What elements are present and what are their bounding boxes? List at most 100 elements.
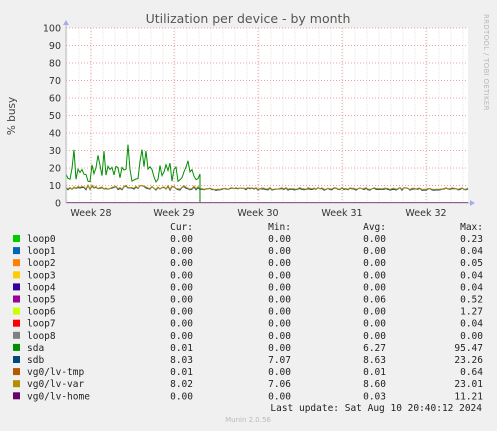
legend-avg-vg0-lv-tmp: 0.01 — [363, 367, 386, 378]
legend-cur-loop6: 0.00 — [170, 307, 193, 318]
legend-cur-loop2: 0.00 — [170, 258, 193, 269]
legend-label-loop5: loop5 — [27, 295, 56, 306]
legend-swatch-vg0-lv-home — [13, 392, 20, 400]
legend-header-max: Max: — [460, 222, 483, 233]
legend-max-loop7: 0.04 — [460, 319, 483, 330]
y-tick-label: 20 — [49, 164, 61, 175]
legend-cur-loop1: 0.00 — [170, 246, 193, 257]
legend-cur-loop5: 0.00 — [170, 295, 193, 306]
legend-label-loop6: loop6 — [27, 307, 56, 318]
legend-label-loop7: loop7 — [27, 319, 56, 330]
legend-min-vg0-lv-home: 0.00 — [268, 391, 291, 402]
x-tick-label: Week 28 — [70, 208, 111, 219]
legend-avg-loop0: 0.00 — [363, 234, 386, 245]
legend-min-loop6: 0.00 — [268, 307, 291, 318]
legend-swatch-loop5 — [13, 295, 20, 303]
legend-swatch-sdb — [13, 356, 20, 363]
legend-avg-loop7: 0.00 — [363, 319, 386, 330]
legend-cur-vg0-lv-var: 8.02 — [170, 379, 193, 390]
munin-version-footer: Munin 2.0.56 — [225, 416, 271, 424]
legend-cur-loop7: 0.00 — [170, 319, 193, 330]
legend-cur-loop8: 0.00 — [170, 331, 193, 342]
legend-swatch-loop7 — [13, 319, 20, 327]
legend-max-loop3: 0.04 — [460, 270, 483, 281]
plot-area: 0 10 20 30 40 50 60 70 80 90 100 Week 28 Week 29 Week… — [43, 20, 475, 219]
legend-min-loop4: 0.00 — [268, 282, 291, 293]
legend-min-sda: 0.00 — [268, 343, 291, 354]
legend-min-loop1: 0.00 — [268, 246, 291, 257]
legend-swatch-loop3 — [13, 271, 20, 279]
legend-min-loop3: 0.00 — [268, 270, 291, 281]
legend-avg-loop1: 0.00 — [363, 246, 386, 257]
legend-swatch-sda — [13, 343, 20, 351]
legend-avg-vg0-lv-home: 0.03 — [363, 391, 386, 402]
legend-avg-loop6: 0.00 — [363, 307, 386, 318]
y-tick-label: 90 — [49, 41, 61, 52]
legend-max-vg0-lv-home: 11.21 — [454, 391, 483, 402]
y-axis-label: % busy — [6, 97, 18, 135]
legend-max-vg0-lv-tmp: 0.64 — [460, 367, 483, 378]
legend-header-avg: Avg: — [363, 222, 386, 233]
y-tick-label: 10 — [49, 181, 61, 192]
legend-avg-loop4: 0.00 — [363, 282, 386, 293]
legend-label-loop4: loop4 — [27, 282, 56, 293]
y-tick-label: 50 — [49, 111, 61, 122]
legend-swatch-vg0-lv-var — [13, 380, 20, 388]
rrdtool-watermark: RRDTOOL / TOBI OETIKER — [482, 14, 490, 111]
legend-max-loop5: 0.52 — [460, 295, 483, 306]
legend-min-loop0: 0.00 — [268, 234, 291, 245]
legend-max-loop8: 0.00 — [460, 331, 483, 342]
legend-label-loop2: loop2 — [27, 258, 56, 269]
legend-header-cur: Cur: — [170, 222, 193, 233]
last-update-text: Last update: Sat Aug 10 20:40:12 2024 — [270, 403, 482, 414]
legend-swatch-loop2 — [13, 259, 20, 267]
legend-max-loop4: 0.04 — [460, 282, 483, 293]
x-tick-label: Week 32 — [405, 208, 446, 219]
legend-min-loop8: 0.00 — [268, 331, 291, 342]
legend-cur-vg0-lv-tmp: 0.01 — [170, 367, 193, 378]
y-tick-label: 100 — [43, 24, 61, 35]
x-tick-label: Week 31 — [321, 208, 362, 219]
legend-avg-loop2: 0.00 — [363, 258, 386, 269]
chart-canvas: Utilization per device - by month % busy… — [0, 0, 497, 431]
legend-label-sdb: sdb — [27, 355, 44, 366]
legend-max-vg0-lv-var: 23.01 — [454, 379, 483, 390]
legend-label-sda: sda — [27, 343, 44, 354]
legend-cur-vg0-lv-home: 0.00 — [170, 391, 193, 402]
legend-min-loop5: 0.00 — [268, 295, 291, 306]
y-tick-label: 80 — [49, 59, 61, 70]
legend-max-loop0: 0.23 — [460, 234, 483, 245]
legend-swatch-loop8 — [13, 331, 20, 339]
legend-cur-loop0: 0.00 — [170, 234, 193, 245]
y-tick-label: 30 — [49, 146, 61, 157]
legend-label-vg0-lv-tmp: vg0/lv-tmp — [27, 367, 84, 378]
legend-label-vg0-lv-var: vg0/lv-var — [27, 379, 84, 390]
y-tick-label: 0 — [55, 199, 61, 210]
legend-label-loop1: loop1 — [27, 246, 56, 257]
legend-min-loop2: 0.00 — [268, 258, 291, 269]
chart-title: Utilization per device - by month — [146, 11, 351, 26]
x-tick-label: Week 29 — [153, 208, 194, 219]
legend-cur-loop3: 0.00 — [170, 270, 193, 281]
legend-label-loop3: loop3 — [27, 270, 56, 281]
munin-graph: Utilization per device - by month % busy… — [0, 0, 497, 431]
y-tick-label: 60 — [49, 94, 61, 105]
legend-label-vg0-lv-home: vg0/lv-home — [27, 391, 90, 402]
legend-swatch-vg0-lv-tmp — [13, 368, 20, 376]
legend-swatch-loop4 — [13, 283, 20, 291]
legend-avg-loop3: 0.00 — [363, 270, 386, 281]
legend-avg-vg0-lv-var: 8.60 — [363, 379, 386, 390]
legend-avg-sdb: 8.63 — [363, 355, 386, 366]
legend-avg-loop8: 0.00 — [363, 331, 386, 342]
legend-label-loop8: loop8 — [27, 331, 56, 342]
legend-max-sda: 95.47 — [454, 343, 483, 354]
legend-cur-sdb: 8.03 — [170, 355, 193, 366]
legend-max-sdb: 23.26 — [454, 355, 483, 366]
legend-cur-loop4: 0.00 — [170, 282, 193, 293]
legend-avg-loop5: 0.06 — [363, 295, 386, 306]
legend-max-loop1: 0.04 — [460, 246, 483, 257]
legend-max-loop6: 1.27 — [460, 307, 483, 318]
legend-swatch-loop1 — [13, 247, 20, 255]
legend-header-min: Min: — [268, 222, 291, 233]
legend-min-sdb: 7.07 — [268, 355, 291, 366]
